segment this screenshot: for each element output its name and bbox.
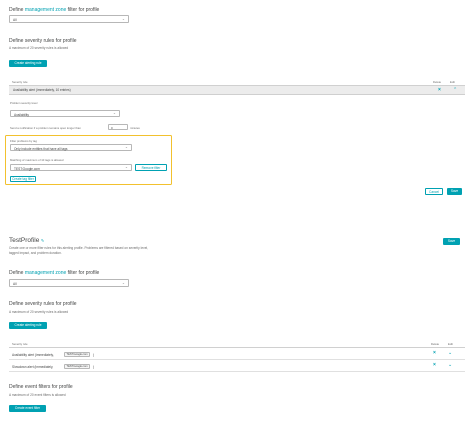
profile-name-text: TestProfile xyxy=(9,237,40,244)
filter-by-tag-select[interactable]: Only include entities that have all tags… xyxy=(10,144,132,151)
close-icon[interactable]: × xyxy=(433,351,436,356)
event-filters-title: Define event filters for profile xyxy=(9,384,73,390)
severity-rule-row-expanded[interactable]: Availability alert (immediately, 10 entr… xyxy=(9,86,465,95)
mgmt-zone-title-prefix: Define xyxy=(9,7,25,13)
tag-matching-label: Matching of maximum of 10 tags is allowe… xyxy=(10,157,64,162)
severity-rules-hint-2: A maximum of 20 severity rules is allowe… xyxy=(9,310,69,314)
column-header-delete-2: Delete xyxy=(431,342,440,346)
mgmt-zone-select-value: All xyxy=(13,282,17,286)
close-icon[interactable]: × xyxy=(438,87,441,93)
tag-select-value: TEST:Google.com xyxy=(14,166,40,171)
mgmt-zone-title-prefix: Define xyxy=(9,270,25,276)
severity-rule-label: Slowdown alert (immediately, xyxy=(12,364,54,369)
column-header-edit-2: Edit xyxy=(448,342,453,346)
chevron-down-icon: ⌄ xyxy=(122,16,125,21)
mgmt-zone-select-2[interactable]: All ⌄ xyxy=(9,279,129,287)
close-icon[interactable]: × xyxy=(433,363,436,368)
save-button[interactable]: Save xyxy=(447,188,462,195)
table-divider-2 xyxy=(9,346,465,347)
table-row[interactable]: Slowdown alert (immediately, TEST:Google… xyxy=(9,360,465,372)
column-header-edit: Edit xyxy=(450,80,455,84)
severity-rule-row-label: Availability alert (immediately, 10 entr… xyxy=(13,88,71,93)
pencil-icon[interactable]: ✎ xyxy=(41,238,44,243)
tag-chip: TEST:Google.com xyxy=(64,363,91,369)
chevron-down-icon: ⌄ xyxy=(125,165,128,170)
severity-rules-title-2: Define severity rules for profile xyxy=(9,301,77,307)
notification-delay-input[interactable]: 0 xyxy=(108,124,128,130)
notification-delay-unit: minutes xyxy=(130,125,140,130)
column-header-severity: Severity rule xyxy=(12,80,28,84)
profile-name: TestProfile ✎ xyxy=(9,237,44,244)
chevron-down-icon[interactable]: ⌄ xyxy=(448,350,452,356)
tag-select[interactable]: TEST:Google.com ⌄ xyxy=(10,164,132,171)
cancel-button[interactable]: Cancel xyxy=(425,188,443,195)
mgmt-zone-title-suffix: filter for profile xyxy=(66,7,100,13)
chevron-up-icon[interactable]: ⌃ xyxy=(453,88,457,93)
filter-by-tag-value: Only include entities that have all tags xyxy=(14,146,68,151)
mgmt-zone-title: Define management zone filter for profil… xyxy=(9,7,99,13)
remove-filter-button[interactable]: Remove filter xyxy=(135,164,167,171)
event-filters-hint: A maximum of 20 event filters is allowed xyxy=(9,392,66,397)
mgmt-zone-select[interactable]: All ⌄ xyxy=(9,15,129,23)
table-row[interactable]: Availability alert (immediately, TEST:Go… xyxy=(9,348,465,360)
profile-description: Create one or more filter rules for this… xyxy=(9,246,149,255)
chevron-down-icon: ⌄ xyxy=(113,111,116,116)
problem-severity-value: Availability xyxy=(14,112,30,117)
notification-delay-label: Send a notification if a problem remains… xyxy=(10,125,81,130)
column-header-delete: Delete xyxy=(433,80,442,84)
severity-rules-title: Define severity rules for profile xyxy=(9,38,77,44)
severity-rule-label: Availability alert (immediately, xyxy=(12,352,54,357)
column-header-severity-2: Severity rule xyxy=(12,342,28,346)
mgmt-zone-link[interactable]: management zone xyxy=(25,7,66,13)
chevron-down-icon: ⌄ xyxy=(125,145,128,150)
table-divider xyxy=(9,84,465,85)
profile-save-button[interactable]: Save xyxy=(443,238,460,245)
problem-severity-label: Problem severity level xyxy=(10,101,38,105)
tag-chip: TEST:Google.com xyxy=(64,351,91,357)
mgmt-zone-link[interactable]: management zone xyxy=(25,270,66,276)
mgmt-zone-select-value: All xyxy=(13,18,17,22)
create-alerting-rule-button[interactable]: Create alerting rule xyxy=(9,60,47,67)
severity-rules-hint: A maximum of 20 severity rules is allowe… xyxy=(9,46,69,50)
notification-delay-value: 0 xyxy=(111,126,113,130)
chevron-down-icon[interactable]: ⌄ xyxy=(448,362,452,368)
problem-severity-select[interactable]: Availability ⌄ xyxy=(10,110,120,117)
severity-rule-suffix: ) xyxy=(93,364,95,369)
mgmt-zone-title-2: Define management zone filter for profil… xyxy=(9,270,99,276)
filter-by-tag-label: Filter problems by tag xyxy=(10,138,37,143)
chevron-down-icon: ⌄ xyxy=(122,280,125,285)
create-alerting-rule-button-2[interactable]: Create alerting rule xyxy=(9,322,47,329)
create-event-filter-button[interactable]: Create event filter xyxy=(9,405,46,412)
severity-rule-suffix: ) xyxy=(93,352,95,357)
mgmt-zone-title-suffix: filter for profile xyxy=(66,270,100,276)
create-tag-filter-button[interactable]: Create tag filter xyxy=(10,176,36,182)
